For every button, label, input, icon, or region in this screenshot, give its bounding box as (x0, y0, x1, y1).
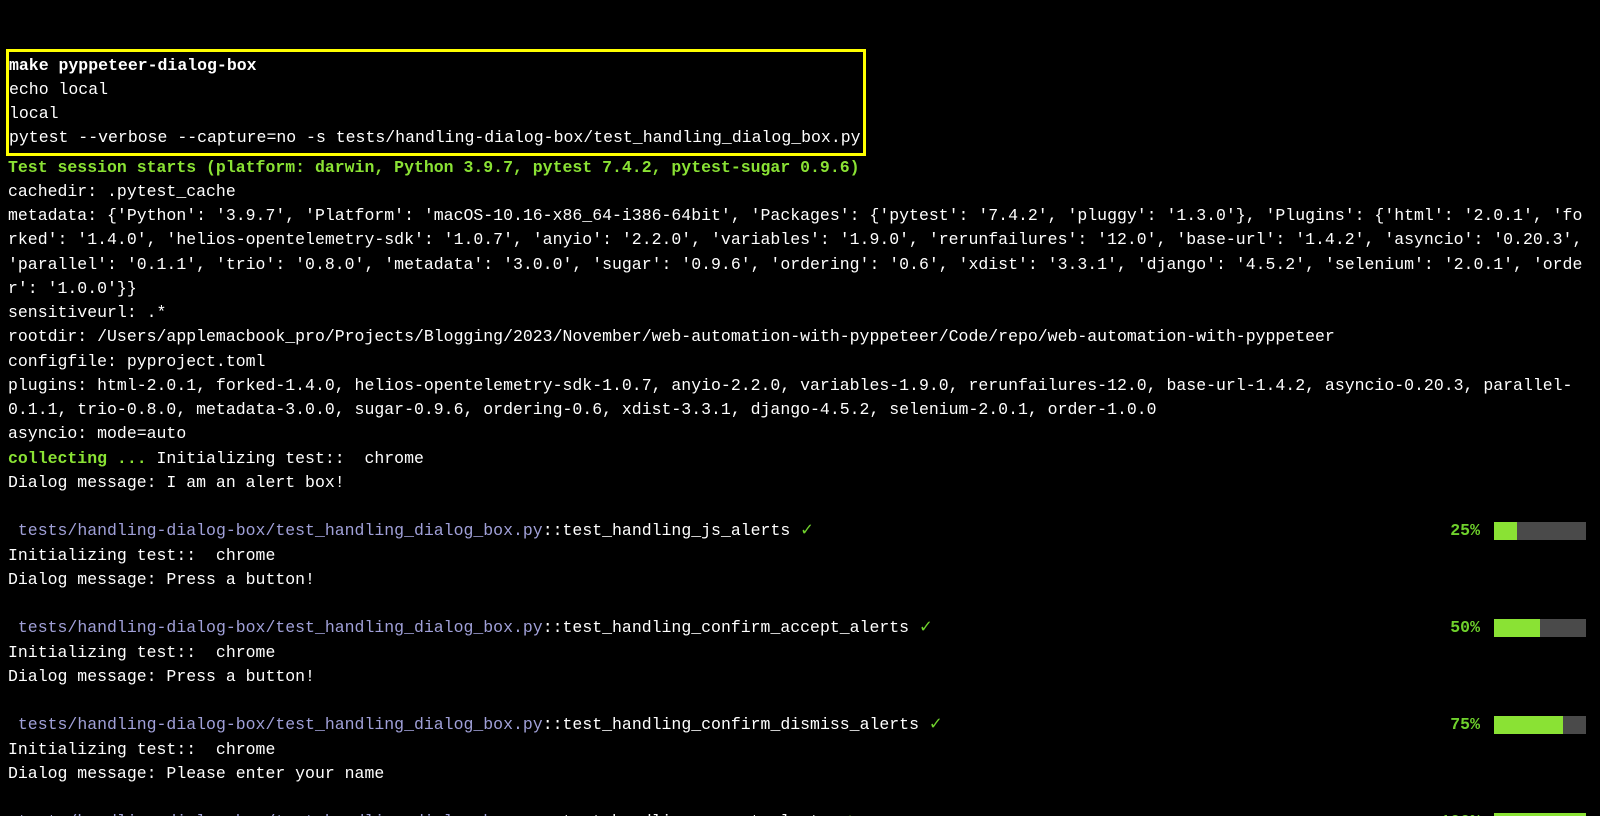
test-sep: :: (543, 812, 563, 816)
progress-bar-fill (1494, 619, 1540, 637)
dialog-message-line: Dialog message: Press a button! (8, 665, 1592, 689)
highlighted-command-block: make pyppeteer-dialog-boxecho locallocal… (6, 49, 866, 156)
session-header: Test session starts (platform: darwin, P… (8, 156, 1592, 180)
test-result-row: tests/handling-dialog-box/test_handling_… (8, 713, 1592, 737)
configfile-line: configfile: pyproject.toml (8, 350, 1592, 374)
progress-bar (1494, 619, 1586, 637)
plugins-line: plugins: html-2.0.1, forked-1.4.0, helio… (8, 374, 1592, 423)
progress-percent: 50% (1450, 616, 1480, 640)
test-path: tests/handling-dialog-box/test_handling_… (8, 521, 543, 540)
test-name: test_handling_js_alerts (563, 521, 801, 540)
asyncio-line: asyncio: mode=auto (8, 422, 1592, 446)
check-icon: ✓ (919, 618, 933, 637)
collecting-line: collecting ... Initializing test:: chrom… (8, 447, 1592, 471)
progress-percent: 75% (1450, 713, 1480, 737)
test-sep: :: (543, 618, 563, 637)
test-result-row: tests/handling-dialog-box/test_handling_… (8, 616, 1592, 640)
check-icon: ✓ (929, 715, 943, 734)
initializing-line: Initializing test:: chrome (8, 738, 1592, 762)
make-command: make pyppeteer-dialog-box (9, 54, 861, 78)
test-name: test_handling_confirm_dismiss_alerts (563, 715, 929, 734)
check-icon: ✓ (840, 812, 854, 816)
initializing-line: Initializing test:: chrome (8, 641, 1592, 665)
echo-command: echo local (9, 78, 861, 102)
metadata-line: metadata: {'Python': '3.9.7', 'Platform'… (8, 204, 1592, 301)
test-sep: :: (543, 715, 563, 734)
terminal-output[interactable]: make pyppeteer-dialog-boxecho locallocal… (0, 0, 1600, 816)
progress-percent: 25% (1450, 519, 1480, 543)
dialog-message-line: Dialog message: I am an alert box! (8, 471, 1592, 495)
dialog-message-line: Dialog message: Press a button! (8, 568, 1592, 592)
test-path: tests/handling-dialog-box/test_handling_… (8, 618, 543, 637)
progress-bar (1494, 716, 1586, 734)
rootdir-line: rootdir: /Users/applemacbook_pro/Project… (8, 325, 1592, 349)
test-name: test_handling_prompt_alerts (563, 812, 840, 816)
progress-percent: 100% (1440, 810, 1480, 816)
test-result-row: tests/handling-dialog-box/test_handling_… (8, 519, 1592, 543)
echo-output: local (9, 102, 861, 126)
pytest-command: pytest --verbose --capture=no -s tests/h… (9, 126, 861, 150)
progress-bar (1494, 522, 1586, 540)
check-icon: ✓ (800, 521, 814, 540)
test-name: test_handling_confirm_accept_alerts (563, 618, 919, 637)
cachedir-line: cachedir: .pytest_cache (8, 180, 1592, 204)
test-sep: :: (543, 521, 563, 540)
test-path: tests/handling-dialog-box/test_handling_… (8, 812, 543, 816)
dialog-message-line: Dialog message: Please enter your name (8, 762, 1592, 786)
test-result-row: tests/handling-dialog-box/test_handling_… (8, 810, 1592, 816)
sensitiveurl-line: sensitiveurl: .* (8, 301, 1592, 325)
progress-bar-fill (1494, 716, 1563, 734)
progress-bar-fill (1494, 522, 1517, 540)
initializing-line: Initializing test:: chrome (8, 544, 1592, 568)
test-path: tests/handling-dialog-box/test_handling_… (8, 715, 543, 734)
